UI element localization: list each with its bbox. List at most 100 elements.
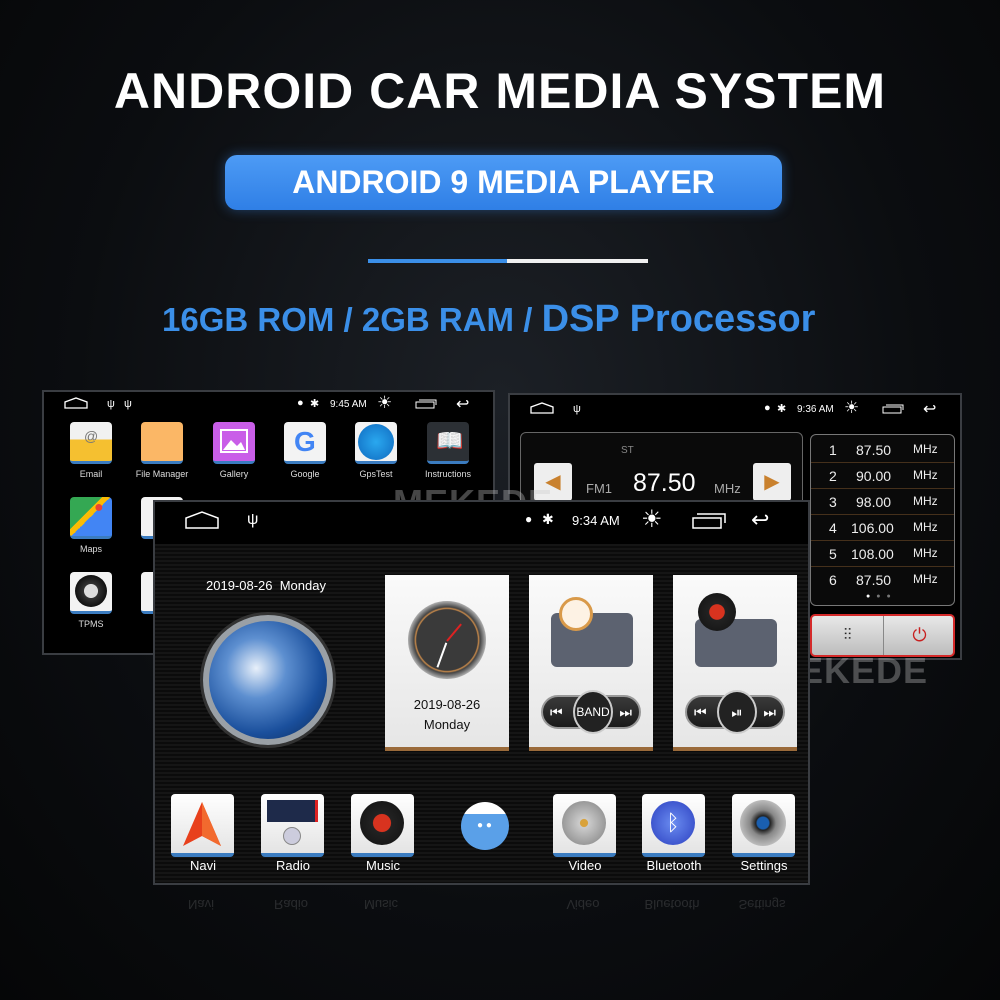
- status-bar: ψ ψ ● ✱ 9:45 AM ☀ ↩: [44, 392, 493, 422]
- app-label: Gallery: [219, 469, 249, 479]
- back-icon[interactable]: ↩: [923, 399, 936, 419]
- specs-dsp: DSP Processor: [541, 298, 816, 340]
- vinyl-icon: [698, 593, 736, 631]
- dock-reflection: Settings: [738, 897, 786, 912]
- tuning-knob: [559, 597, 593, 631]
- recents-icon[interactable]: [692, 513, 726, 529]
- app-maps[interactable]: ●: [70, 497, 112, 539]
- status-time: 9:36 AM: [797, 404, 834, 415]
- band-button[interactable]: BAND: [573, 690, 613, 734]
- stereo-indicator: ST: [621, 445, 634, 456]
- maps-icon: ●: [94, 499, 104, 516]
- location-icon: ●: [764, 402, 771, 414]
- dock-reflection: Radio: [274, 897, 308, 912]
- app-label: GpsTest: [359, 469, 393, 479]
- seek-forward-button[interactable]: ▶: [753, 463, 791, 501]
- recents-icon[interactable]: [415, 399, 437, 409]
- radar-icon: [358, 424, 394, 460]
- band-label: FM1: [586, 481, 612, 496]
- divider-white: [507, 259, 648, 263]
- clock-card[interactable]: 2019-08-26 Monday: [385, 575, 509, 751]
- music-widget-card[interactable]: ⏮ ⏯ ⏭: [673, 575, 797, 751]
- home-icon[interactable]: [530, 402, 554, 414]
- previous-button[interactable]: ⏮: [550, 704, 563, 721]
- settings-icon: [740, 800, 786, 846]
- status-time: 9:34 AM: [572, 513, 620, 528]
- back-icon[interactable]: ↩: [456, 394, 469, 414]
- preset-item[interactable]: 3 98.00 MHz: [811, 489, 954, 515]
- dock-video[interactable]: [553, 794, 616, 857]
- app-gpstest[interactable]: [355, 422, 397, 464]
- specs-line: 16GB ROM / 2GB RAM / DSP Processor: [162, 298, 815, 341]
- email-icon: @: [84, 428, 99, 444]
- bluetooth-icon: ᛒ: [651, 801, 695, 845]
- dock-radio[interactable]: [261, 794, 324, 857]
- clock-date: 2019-08-26: [413, 697, 481, 712]
- dock-label: Radio: [276, 858, 310, 873]
- clock-icon: [408, 601, 486, 679]
- status-time: 9:45 AM: [330, 399, 367, 410]
- brightness-icon[interactable]: ☀: [377, 393, 392, 413]
- usb-icon: ψ: [107, 398, 115, 410]
- frequency-unit: MHz: [714, 481, 741, 496]
- frequency-display: 87.50: [633, 469, 696, 497]
- app-label: File Manager: [135, 469, 189, 479]
- back-icon[interactable]: ↩: [751, 507, 769, 533]
- dock-label: Bluetooth: [646, 858, 702, 873]
- google-icon: G: [294, 426, 316, 457]
- subtitle-badge: ANDROID 9 MEDIA PLAYER: [225, 155, 782, 210]
- dock-reflection: Video: [566, 897, 600, 912]
- app-label: Google: [290, 469, 320, 479]
- radio-controls: ⏮ BAND ⏭: [541, 690, 641, 734]
- clock-day: Monday: [423, 717, 471, 732]
- app-instructions[interactable]: 📖: [427, 422, 469, 464]
- app-tpms[interactable]: [70, 572, 112, 614]
- home-icon[interactable]: [64, 397, 88, 409]
- app-label: Instructions: [424, 469, 472, 479]
- recents-icon[interactable]: [882, 404, 904, 414]
- home-icon[interactable]: [185, 511, 219, 529]
- music-controls: ⏮ ⏯ ⏭: [685, 690, 785, 734]
- preset-item[interactable]: 2 90.00 MHz: [811, 463, 954, 489]
- video-reel-icon: [562, 801, 606, 845]
- app-label: Maps: [79, 544, 102, 554]
- dock-label: Navi: [189, 858, 216, 873]
- bluetooth-icon: ✱: [310, 398, 320, 410]
- gallery-icon: [220, 429, 248, 453]
- status-bar: ψ ● ✱ 9:36 AM ☀ ↩: [510, 395, 960, 425]
- dock-settings[interactable]: [732, 794, 795, 857]
- dock-navi[interactable]: [171, 794, 234, 857]
- app-google[interactable]: G: [284, 422, 326, 464]
- preset-item[interactable]: 1 87.50 MHz: [811, 437, 954, 463]
- dock-reflection: Bluetooth: [644, 897, 700, 912]
- status-bar: ψ ● ✱ 9:34 AM ☀ ↩: [155, 502, 808, 544]
- dock-music[interactable]: [351, 794, 414, 857]
- play-pause-button[interactable]: ⏯: [717, 690, 757, 734]
- headline: ANDROID CAR MEDIA SYSTEM: [113, 63, 887, 119]
- preset-item[interactable]: 4 106.00 MHz: [811, 515, 954, 541]
- specs-memory: 16GB ROM / 2GB RAM /: [162, 301, 542, 338]
- music-icon: [360, 801, 404, 845]
- globe-widget[interactable]: [203, 615, 333, 745]
- divider-blue: [368, 259, 507, 263]
- book-icon: 📖: [436, 428, 464, 453]
- app-label: Email: [79, 469, 103, 479]
- preset-list: 1 87.50 MHz 2 90.00 MHz 3 98.00 MHz 4 106.00 MHz…: [810, 434, 955, 606]
- preset-item[interactable]: 6 87.50 MHz: [811, 567, 954, 593]
- navigation-icon: [183, 802, 221, 846]
- app-email[interactable]: @: [70, 422, 112, 464]
- next-button[interactable]: ⏭: [619, 704, 632, 721]
- next-button[interactable]: ⏭: [763, 704, 776, 721]
- radio-widget-card[interactable]: ⏮ BAND ⏭: [529, 575, 653, 751]
- preset-item[interactable]: 5 108.00 MHz: [811, 541, 954, 567]
- dock-label: Settings: [740, 858, 788, 873]
- dock-bluetooth[interactable]: ᛒ: [642, 794, 705, 857]
- brightness-icon[interactable]: ☀: [641, 505, 663, 534]
- app-file-manager[interactable]: [141, 422, 183, 464]
- previous-button[interactable]: ⏮: [694, 704, 707, 721]
- brightness-icon[interactable]: ☀: [844, 398, 859, 418]
- location-icon: ●: [297, 397, 304, 409]
- app-drawer-button[interactable]: ● ●: [461, 802, 509, 850]
- usb-icon: ψ: [573, 403, 581, 415]
- app-gallery[interactable]: [213, 422, 255, 464]
